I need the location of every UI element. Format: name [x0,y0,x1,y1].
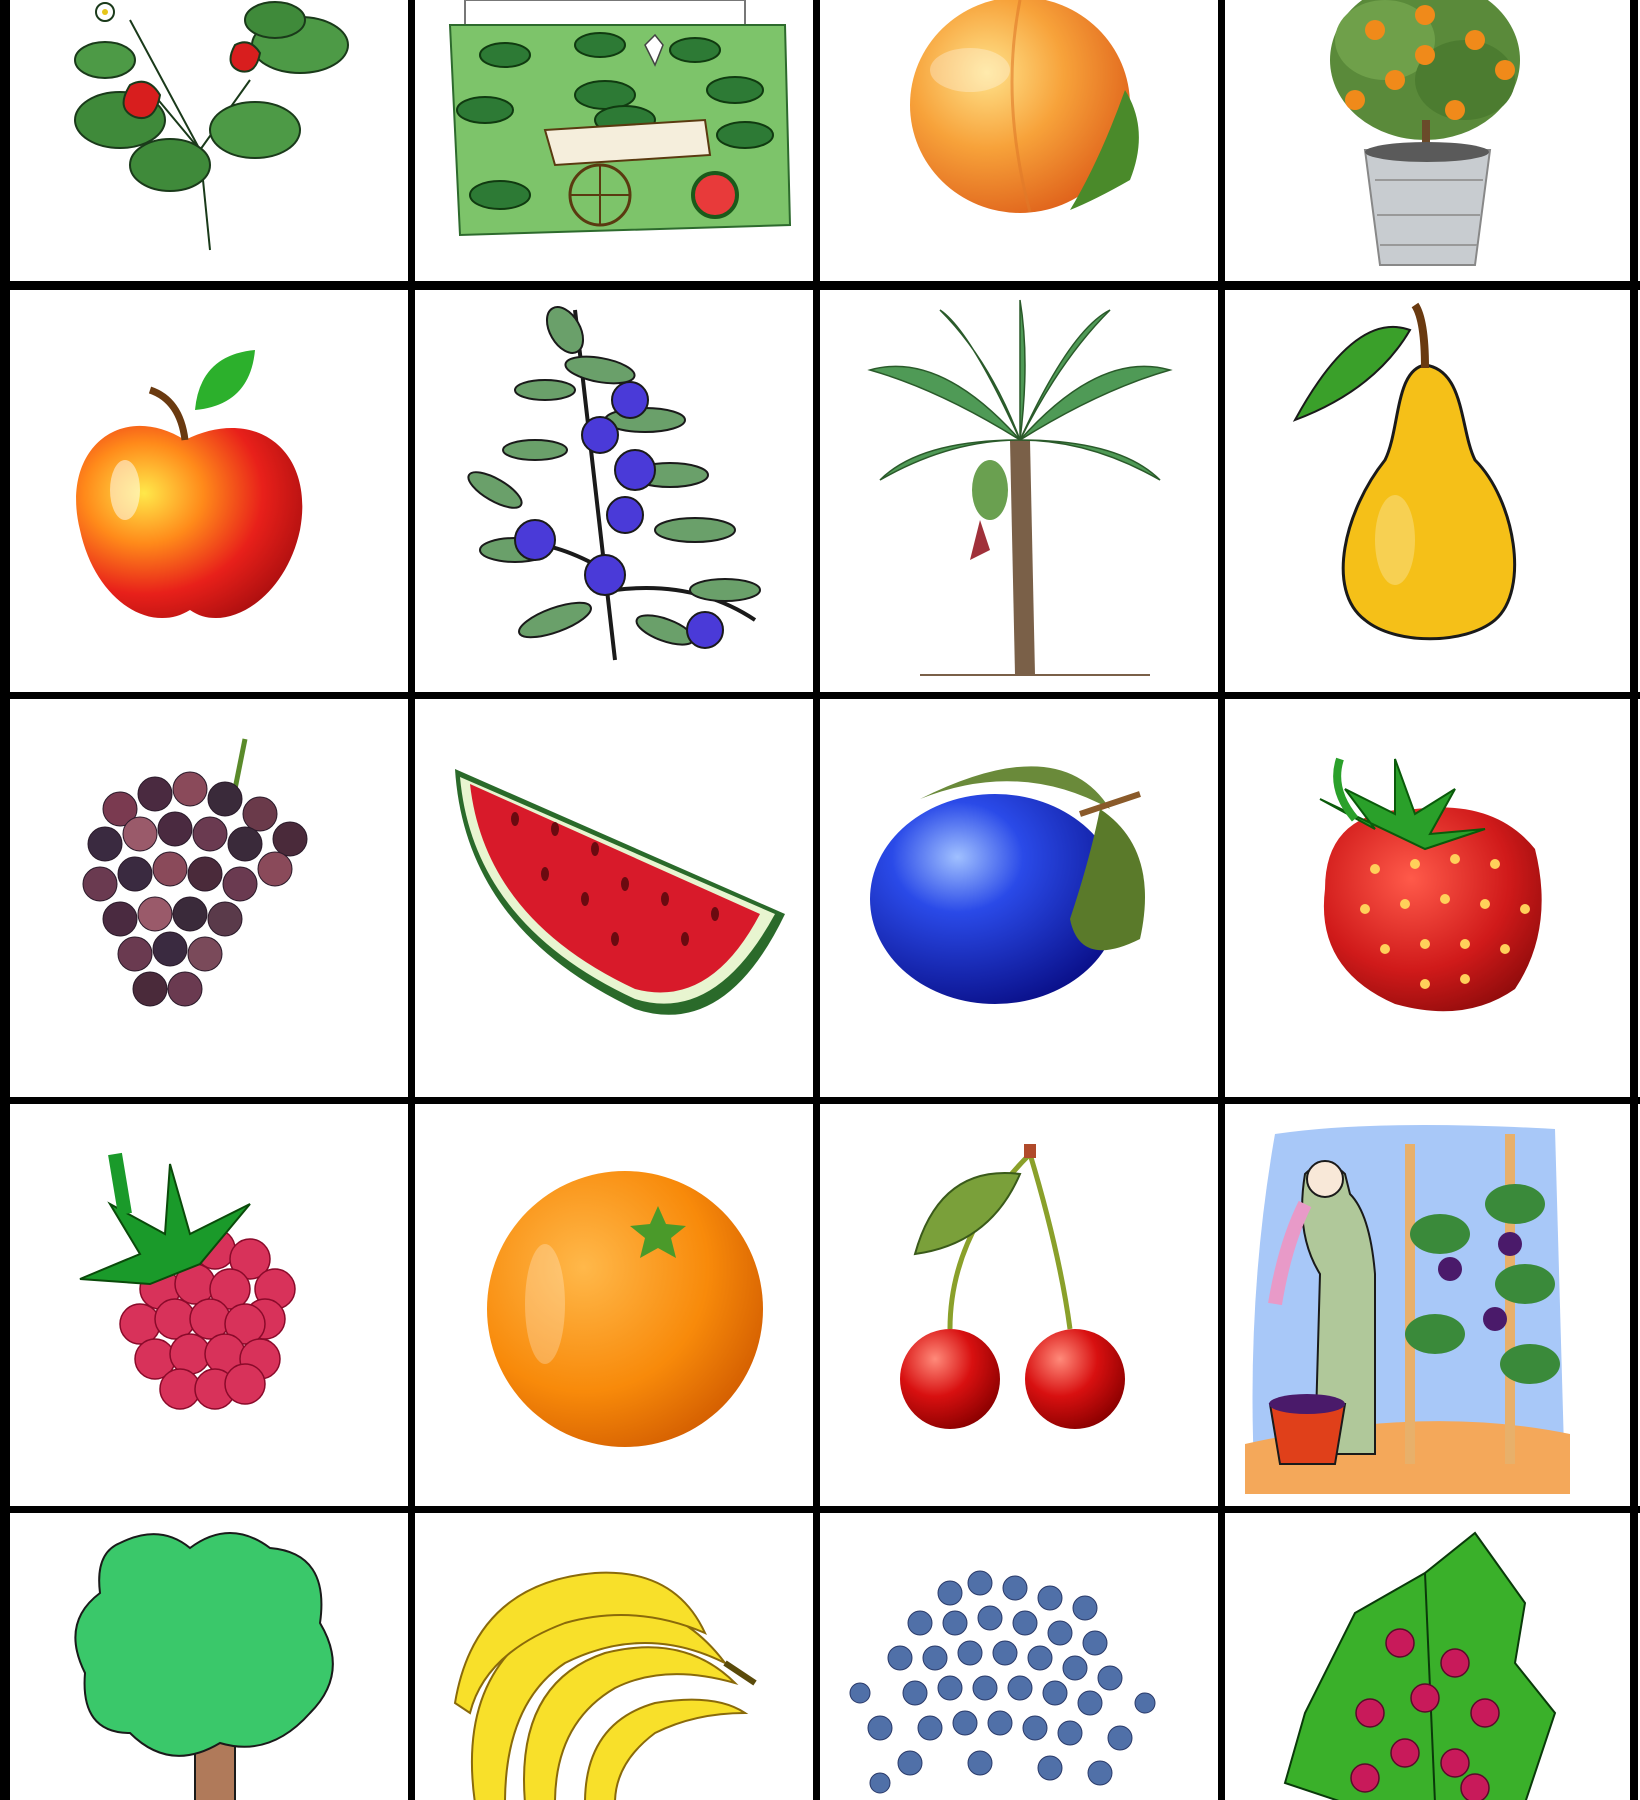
card-green-tree [10,1513,408,1800]
pear-icon [1292,302,1517,641]
card-watermelon-slice [415,699,813,1097]
card-apple [10,290,408,692]
plum-icon [870,766,1145,1004]
grid-divider-vertical-3 [1218,0,1225,1800]
card-orange [415,1104,813,1506]
fruit-card-grid [0,0,1640,1800]
card-blueberry-branch [415,290,813,692]
grid-divider-horizontal-4 [0,1506,1640,1513]
card-pear [1225,290,1630,692]
card-potted-orange-tree [1225,0,1630,281]
grid-divider-horizontal-3 [0,1097,1640,1104]
grape-harvest-icon [1245,1125,1570,1494]
raspberry-icon [79,1152,296,1410]
card-plum [820,699,1218,1097]
watermelon-slice-icon [455,769,785,1015]
raspberry-bush-icon [1283,1531,1557,1800]
card-grape-harvest [1225,1104,1630,1506]
grid-divider-horizontal-1 [0,281,1640,290]
card-blueberries-pile [820,1513,1218,1800]
grid-border-right [1630,0,1638,1800]
green-tree-icon [74,1532,334,1800]
grid-divider-horizontal-2 [0,692,1640,699]
card-grapes [10,699,408,1097]
peach-icon [910,0,1139,213]
blueberry-branch-icon [467,306,761,661]
watermelon-field-icon [448,0,792,237]
apple-icon [76,350,303,619]
card-raspberry [10,1104,408,1506]
strawberry-plant-icon [74,1,349,251]
card-raspberry-bush [1225,1513,1630,1800]
cherries-icon [900,1144,1125,1429]
banana-tree-icon [867,299,1173,676]
banana-bunch-icon [453,1571,757,1800]
grid-divider-vertical-1 [408,0,415,1800]
strawberry-icon [1319,757,1542,1012]
card-banana-tree [820,290,1218,692]
card-strawberry-plant [10,0,408,281]
orange-icon [487,1171,763,1447]
card-cherries [820,1104,1218,1506]
grid-border-left [0,0,10,1800]
card-banana-bunch [415,1513,813,1800]
card-peach [820,0,1218,281]
grapes-icon [82,738,308,1007]
potted-orange-tree-icon [1330,0,1520,266]
grid-divider-vertical-2 [813,0,820,1800]
blueberries-pile-icon [849,1570,1156,1794]
card-watermelon-field [415,0,813,281]
card-strawberry [1225,699,1630,1097]
